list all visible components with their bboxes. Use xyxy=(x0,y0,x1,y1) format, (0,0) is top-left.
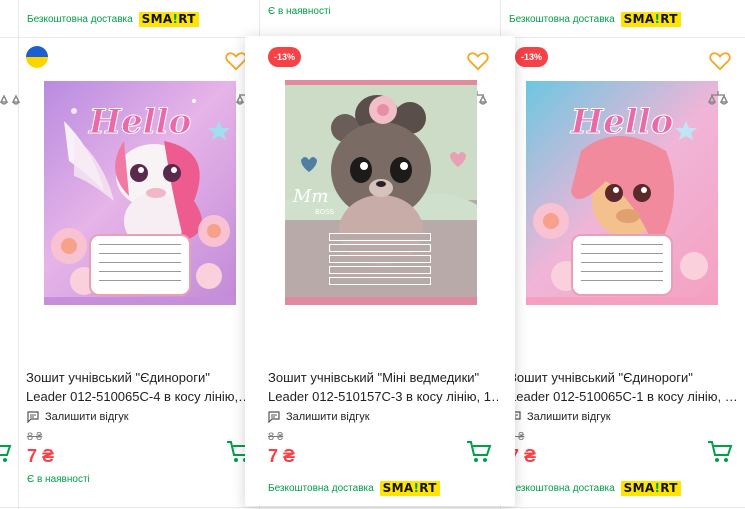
svg-text:Hello: Hello xyxy=(570,102,673,142)
heart-icon[interactable] xyxy=(467,51,489,71)
smart-logo: SMA!RT xyxy=(379,481,440,496)
review-text[interactable]: Залишити відгук xyxy=(527,411,611,423)
free-delivery-label: Безкоштовна доставка SMA!RT xyxy=(268,481,440,496)
review-text[interactable]: Залишити відгук xyxy=(286,411,370,423)
product-image[interactable]: Mm BOSS xyxy=(285,80,477,305)
smart-logo: SMA!RT xyxy=(620,481,681,496)
compare-scales-icon[interactable] xyxy=(708,89,728,109)
comment-icon xyxy=(27,411,39,423)
svg-text:Hello: Hello xyxy=(88,102,191,142)
product-title-line[interactable]: Leader 012-510065С-4 в косу лінію,… xyxy=(26,387,256,406)
grid-divider xyxy=(18,0,19,509)
current-price: 7 ₴ xyxy=(27,446,55,466)
product-title-line[interactable]: Зошит учнівський "Єдинороги" xyxy=(26,368,256,387)
leave-review-link[interactable]: Залишити відгук xyxy=(268,411,370,423)
delivery-text: Безкоштовна доставка xyxy=(509,14,615,25)
old-price: 8 ₴ xyxy=(268,431,284,443)
product-image[interactable]: Hello xyxy=(526,81,718,305)
grid-divider xyxy=(0,507,745,508)
product-title-line[interactable]: Leader 012-510157С-3 в косу лінію, 1… xyxy=(268,387,498,406)
discount-badge: -13% xyxy=(268,47,302,67)
free-delivery-label: Безкоштовна доставка SMA!RT xyxy=(509,12,681,27)
smart-logo: SMA!RT xyxy=(620,12,681,27)
product-image[interactable]: Hello xyxy=(44,81,236,305)
svg-text:BOSS: BOSS xyxy=(315,208,335,216)
smart-logo: SMA!RT xyxy=(138,12,199,27)
delivery-text: Безкоштовна доставка xyxy=(268,483,374,494)
cart-icon[interactable] xyxy=(707,440,733,464)
leave-review-link[interactable]: Залишити відгук xyxy=(27,411,129,423)
current-price: 7 ₴ xyxy=(268,446,296,466)
product-title[interactable]: Зошит учнівський "Єдинороги" Leader 012-… xyxy=(26,368,256,406)
product-title[interactable]: Зошит учнівський "Міні ведмедики" Leader… xyxy=(268,368,498,406)
comment-icon xyxy=(268,411,280,423)
availability-status: Є в наявності xyxy=(268,6,331,17)
leave-review-link[interactable]: Залишити відгук xyxy=(509,411,611,423)
label-box xyxy=(89,234,191,296)
free-delivery-label: Безкоштовна доставка SMA!RT xyxy=(27,12,199,27)
discount-badge: -13% xyxy=(515,47,549,67)
cart-icon[interactable] xyxy=(0,440,12,464)
compare-scales-icon[interactable] xyxy=(0,89,20,109)
heart-icon[interactable] xyxy=(225,51,247,71)
cover-text: Mm xyxy=(292,186,329,207)
product-title-line[interactable]: Зошит учнівський "Міні ведмедики" xyxy=(268,368,498,387)
review-text[interactable]: Залишити відгук xyxy=(45,411,129,423)
product-title-line[interactable]: Leader 012-510065С-1 в косу лінію, … xyxy=(509,387,745,406)
product-title-line[interactable]: Зошит учнівський "Єдинороги" xyxy=(509,368,745,387)
availability-status: Є в наявності xyxy=(27,474,90,485)
old-price: 8 ₴ xyxy=(27,431,43,443)
cart-icon[interactable] xyxy=(466,440,492,464)
label-box xyxy=(571,234,673,296)
heart-icon[interactable] xyxy=(709,51,731,71)
free-delivery-label: Безкоштовна доставка SMA!RT xyxy=(509,481,681,496)
delivery-text: Безкоштовна доставка xyxy=(509,483,615,494)
label-box xyxy=(329,233,431,295)
delivery-text: Безкоштовна доставка xyxy=(27,14,133,25)
product-title[interactable]: Зошит учнівський "Єдинороги" Leader 012-… xyxy=(509,368,745,406)
ukraine-flag-icon xyxy=(26,46,48,68)
